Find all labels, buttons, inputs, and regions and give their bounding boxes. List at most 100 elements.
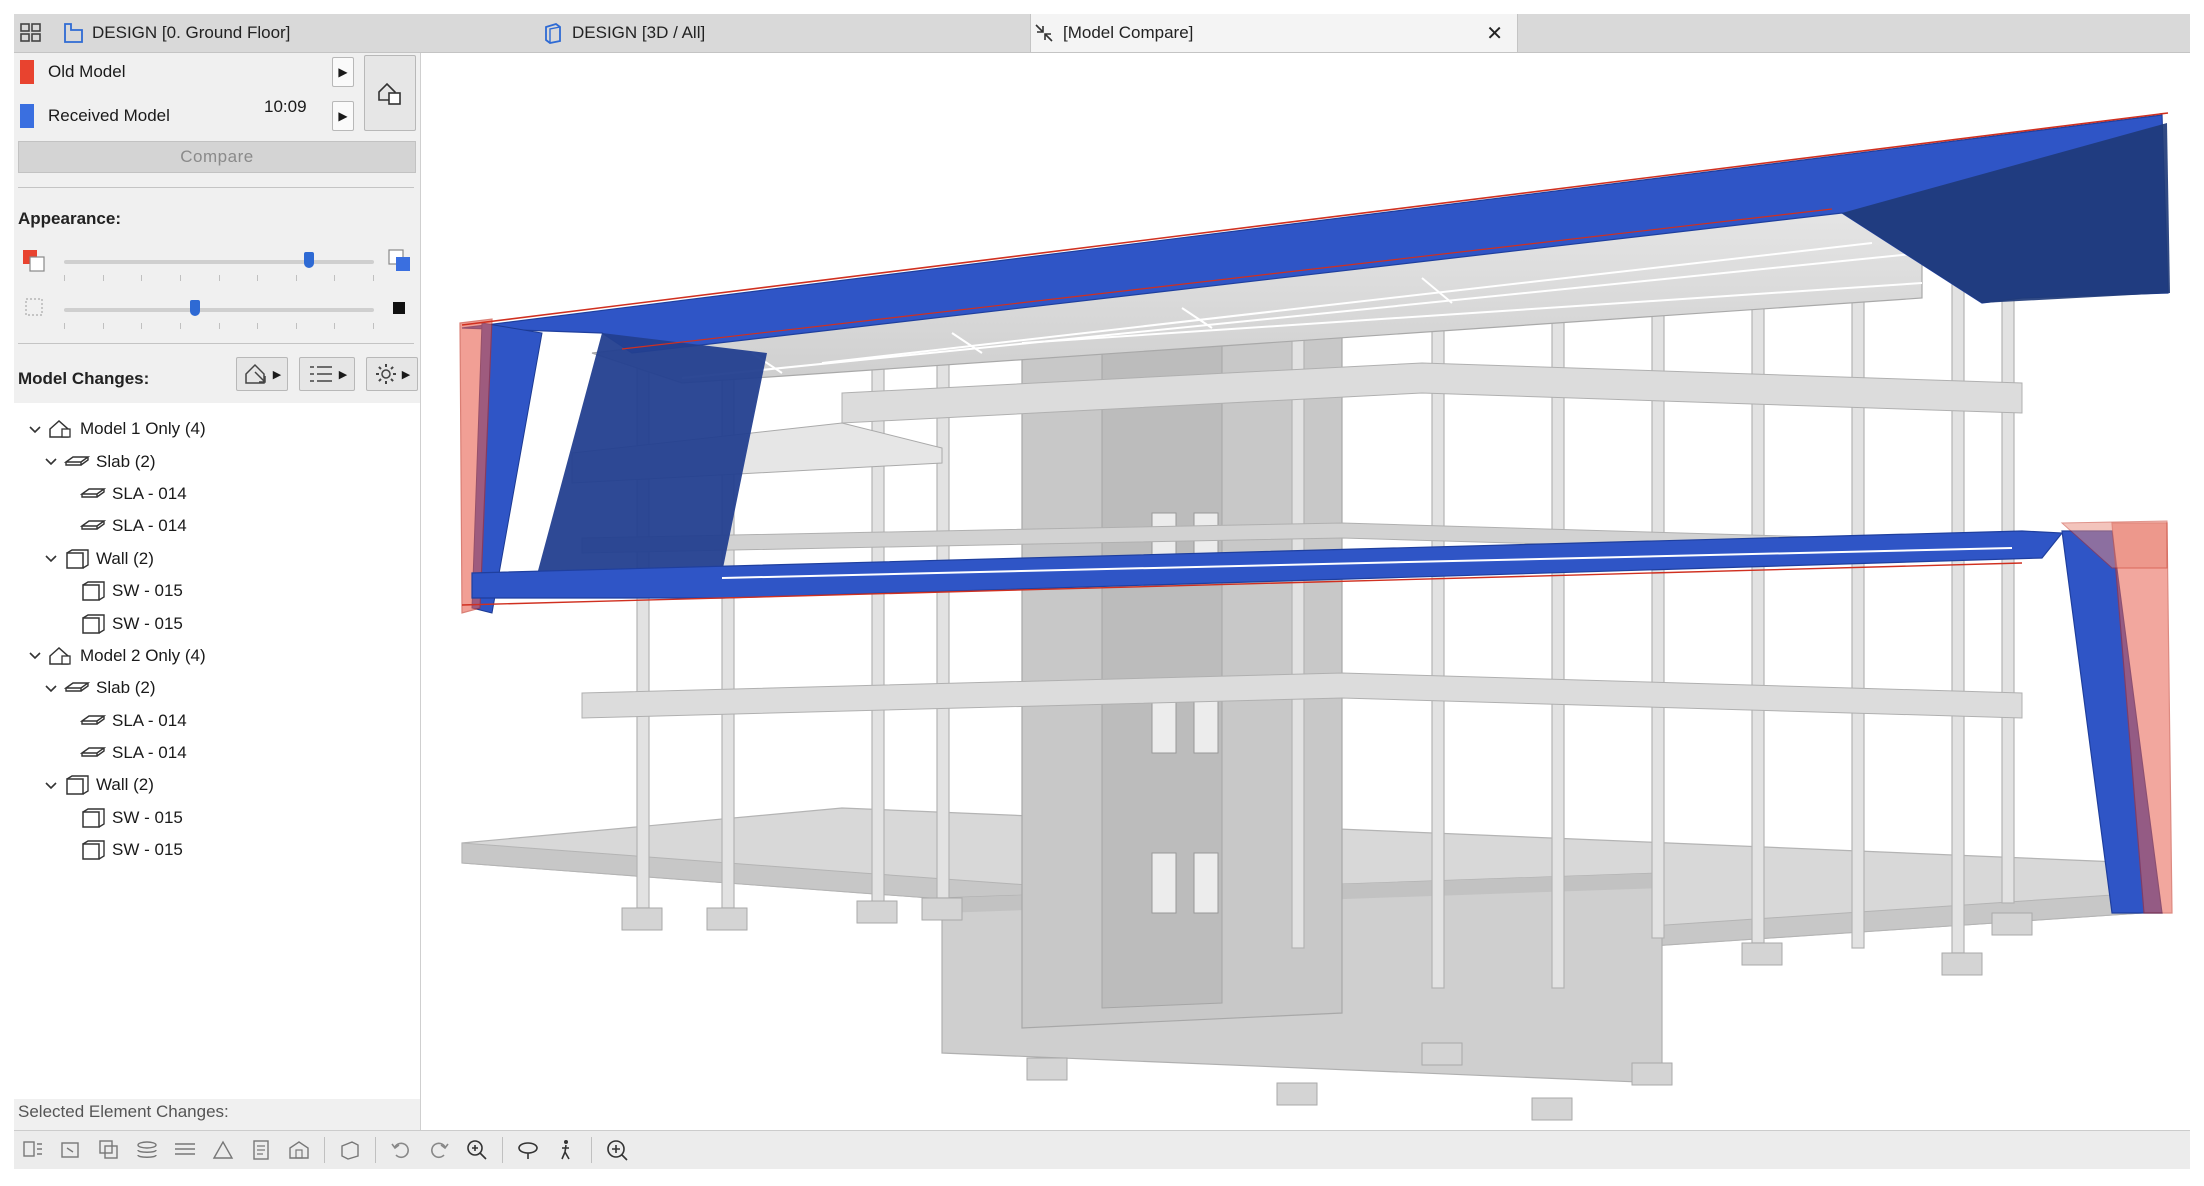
slider-thumb[interactable] (190, 300, 200, 316)
swap-models-button[interactable] (364, 55, 416, 131)
tree-item[interactable]: SLA - 014 (14, 737, 420, 769)
3d-window-icon (540, 20, 566, 46)
zoom-in-icon (467, 1140, 487, 1160)
element-filter-icon (245, 363, 266, 384)
selected-element-changes-title: Selected Element Changes: (18, 1102, 229, 1121)
zoom-in-button[interactable] (458, 1134, 496, 1166)
wall-icon (80, 580, 108, 602)
chevron-down-icon[interactable] (44, 681, 58, 696)
chevron-down-icon[interactable] (44, 454, 58, 469)
3d-box-button[interactable] (331, 1134, 369, 1166)
tree-item[interactable]: Slab (2) (14, 672, 420, 704)
settings-button[interactable]: ▶ (366, 357, 418, 391)
tree-item[interactable]: Model 1 Only (4) (14, 413, 420, 445)
chevron-down-icon[interactable] (44, 551, 58, 566)
gear-icon (375, 364, 396, 384)
orbit-button[interactable] (509, 1134, 547, 1166)
classification-button[interactable] (280, 1134, 318, 1166)
fit-in-window-button[interactable] (598, 1134, 636, 1166)
tree-item-label: Slab (2) (96, 451, 156, 471)
tab-label: DESIGN [3D / All] (572, 23, 706, 42)
tree-item[interactable]: SLA - 014 (14, 478, 420, 510)
tree-item[interactable]: Slab (2) (14, 445, 420, 477)
tree-item[interactable]: SW - 015 (14, 575, 420, 607)
opaque-icon (392, 301, 406, 320)
slab-icon (80, 713, 108, 729)
undo-view-button[interactable] (382, 1134, 420, 1166)
tree-item[interactable]: Model 2 Only (4) (14, 640, 420, 672)
chevron-down-icon[interactable] (28, 422, 42, 437)
compare-time: 10:09 (264, 97, 307, 116)
chevron-down-icon[interactable] (44, 778, 58, 793)
toolbar-separator (502, 1137, 503, 1163)
element-info-icon (23, 1141, 42, 1157)
slab-icon (80, 486, 108, 502)
list-icon (309, 366, 332, 382)
tree-item[interactable]: SLA - 014 (14, 510, 420, 542)
tree-item[interactable]: SW - 015 (14, 607, 420, 639)
3d-viewport[interactable] (422, 53, 2190, 1125)
tab-design-ground-floor[interactable]: DESIGN [0. Ground Floor] (60, 14, 540, 52)
model-compare-icon (1031, 20, 1057, 46)
navigator-grid-button[interactable] (18, 14, 50, 52)
bottom-toolbar (14, 1130, 2190, 1169)
new-color-overlay-icon (388, 249, 412, 278)
stack-icon (137, 1141, 157, 1158)
tree-item-label: SW - 015 (112, 807, 183, 827)
tree-item[interactable]: SLA - 014 (14, 705, 420, 737)
cube-icon (341, 1141, 359, 1160)
received-model-label: Received Model (48, 106, 170, 125)
tab-label: [Model Compare] (1063, 23, 1194, 42)
slider-thumb[interactable] (304, 252, 314, 268)
tree-item-label: SLA - 014 (112, 516, 187, 536)
list-options-button[interactable]: ▶ (299, 357, 355, 391)
chevron-down-icon[interactable] (28, 648, 42, 663)
redo-view-button[interactable] (420, 1134, 458, 1166)
stack-button[interactable] (128, 1134, 166, 1166)
layers-button[interactable] (90, 1134, 128, 1166)
door-opening (1193, 852, 1219, 914)
property-button[interactable] (204, 1134, 242, 1166)
tab-model-compare[interactable]: [Model Compare] ✕ (1030, 14, 1518, 52)
document-button[interactable] (242, 1134, 280, 1166)
tab-design-3d-all[interactable]: DESIGN [3D / All] (540, 14, 1030, 52)
tree-item[interactable]: SW - 015 (14, 802, 420, 834)
tree-item[interactable]: Wall (2) (14, 769, 420, 801)
slab-icon (64, 454, 92, 470)
transparency-slider[interactable] (64, 300, 374, 316)
tab-bar: DESIGN [0. Ground Floor] DESIGN [3D / Al… (14, 14, 2190, 53)
wall-icon (64, 548, 92, 570)
old-model-label: Old Model (48, 62, 126, 81)
hatch-icon (175, 1143, 195, 1155)
compare-button[interactable]: Compare (18, 141, 416, 173)
received-model-select-button[interactable]: ▶ (332, 101, 354, 131)
fit-zoom-icon (607, 1140, 628, 1161)
geometry-button[interactable] (52, 1134, 90, 1166)
old-model-select-button[interactable]: ▶ (332, 57, 354, 87)
tree-item-label: Wall (2) (96, 775, 154, 795)
wall-icon (80, 839, 108, 861)
model-compare-3d-view[interactable] (422, 53, 2190, 1125)
close-tab-button[interactable]: ✕ (1486, 21, 1503, 46)
slider-ticks (64, 323, 374, 329)
hatch-button[interactable] (166, 1134, 204, 1166)
wall-icon (80, 807, 108, 829)
transparent-icon (24, 297, 44, 322)
old-color-overlay-icon (22, 249, 46, 278)
slab-icon (80, 745, 108, 761)
slab-icon (64, 680, 92, 696)
tree-item-label: SW - 015 (112, 613, 183, 633)
tree-item-label: Slab (2) (96, 678, 156, 698)
tree-item[interactable]: SW - 015 (14, 834, 420, 866)
tree-item[interactable]: Wall (2) (14, 543, 420, 575)
show-element-button[interactable] (14, 1134, 52, 1166)
filter-element-types-button[interactable]: ▶ (236, 357, 288, 391)
walk-button[interactable] (547, 1134, 585, 1166)
house-icon (48, 646, 76, 666)
color-opacity-slider[interactable] (64, 252, 374, 268)
house-icon (212, 1140, 234, 1159)
toolbar-separator (324, 1137, 325, 1163)
old-model-color-swatch (20, 60, 34, 84)
grid-icon (18, 20, 44, 46)
divider (18, 187, 414, 188)
